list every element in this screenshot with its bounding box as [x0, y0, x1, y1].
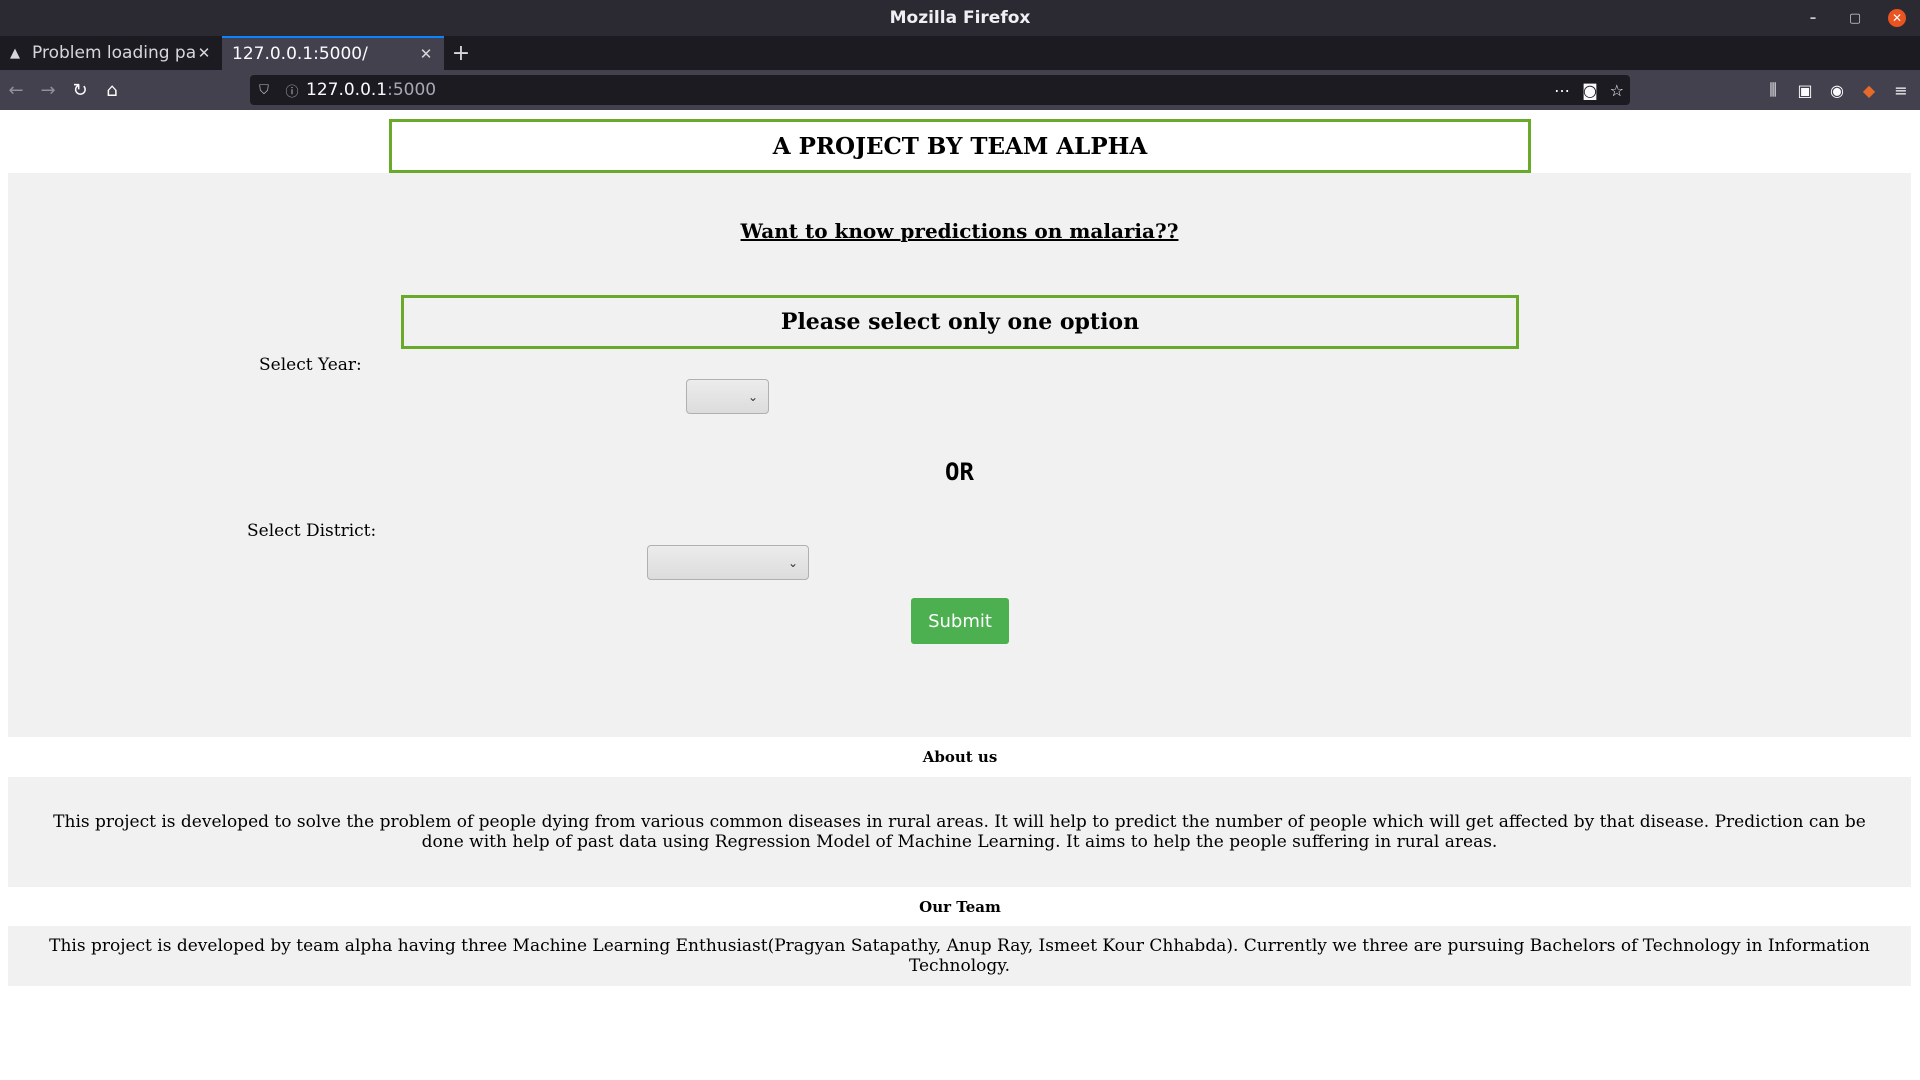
about-text: This project is developed to solve the p… — [53, 812, 1866, 852]
reload-icon[interactable]: ↻ — [64, 74, 96, 106]
team-panel: This project is developed by team alpha … — [8, 926, 1911, 986]
page-content: A PROJECT BY TEAM ALPHA Want to know pre… — [0, 110, 1920, 1080]
minimize-icon[interactable]: – — [1804, 9, 1822, 27]
tab-close-icon[interactable]: ✕ — [418, 45, 434, 63]
window-titlebar: Mozilla Firefox – ▢ ✕ — [0, 0, 1920, 36]
window-title: Mozilla Firefox — [889, 8, 1031, 28]
tab-problem-loading[interactable]: ▲ Problem loading pa ✕ — [0, 36, 222, 70]
option-notice: Please select only one option — [401, 295, 1519, 349]
new-tab-button[interactable]: + — [444, 36, 478, 70]
submit-button[interactable]: Submit — [911, 598, 1009, 644]
library-icon[interactable]: ⫼ — [1762, 80, 1784, 100]
page-actions-icon[interactable]: ⋯ — [1554, 81, 1570, 100]
site-info-icon[interactable]: ⓘ — [278, 81, 306, 100]
tab-close-icon[interactable]: ✕ — [196, 44, 212, 62]
prediction-panel: Want to know predictions on malaria?? Pl… — [8, 173, 1911, 737]
year-select[interactable]: ⌄ — [686, 379, 769, 414]
year-label: Select Year: — [259, 355, 362, 375]
sidebar-icon[interactable]: ▣ — [1794, 81, 1816, 100]
district-label: Select District: — [247, 521, 377, 541]
tab-bar: ▲ Problem loading pa ✕ 127.0.0.1:5000/ ✕… — [0, 36, 1920, 70]
or-separator: OR — [945, 458, 974, 486]
prediction-question: Want to know predictions on malaria?? — [740, 219, 1179, 243]
chevron-down-icon: ⌄ — [747, 389, 758, 404]
warning-icon: ▲ — [10, 45, 20, 61]
account-icon[interactable]: ◉ — [1826, 81, 1848, 100]
district-select[interactable]: ⌄ — [647, 545, 809, 580]
url-host: 127.0.0.1 — [306, 80, 388, 100]
menu-icon[interactable]: ≡ — [1890, 81, 1912, 100]
tracking-shield-icon[interactable]: ⛉ — [250, 83, 278, 98]
home-icon[interactable]: ⌂ — [96, 74, 128, 106]
team-heading: Our Team — [919, 898, 1001, 916]
maximize-icon[interactable]: ▢ — [1846, 9, 1864, 27]
tab-label: 127.0.0.1:5000/ — [232, 44, 368, 64]
project-banner: A PROJECT BY TEAM ALPHA — [389, 119, 1531, 173]
chevron-down-icon: ⌄ — [787, 555, 798, 570]
extension-icon[interactable]: ◆ — [1858, 81, 1880, 100]
url-port: :5000 — [387, 80, 437, 100]
back-icon[interactable]: ← — [0, 74, 32, 106]
url-actions: ⋯ ◙ ☆ — [1554, 75, 1624, 105]
about-panel: This project is developed to solve the p… — [8, 777, 1911, 887]
url-bar[interactable]: ⛉ ⓘ 127.0.0.1:5000 ⋯ ◙ ☆ — [250, 75, 1630, 105]
about-heading: About us — [922, 748, 998, 766]
window-controls: – ▢ ✕ — [1804, 0, 1906, 36]
bookmark-star-icon[interactable]: ☆ — [1610, 81, 1624, 100]
tab-label: Problem loading pa — [32, 43, 196, 63]
navigation-bar: ← → ↻ ⌂ ⛉ ⓘ 127.0.0.1:5000 ⋯ ◙ ☆ ⫼ ▣ ◉ ◆… — [0, 70, 1920, 110]
team-text: This project is developed by team alpha … — [49, 936, 1870, 976]
tab-localhost[interactable]: 127.0.0.1:5000/ ✕ — [222, 36, 444, 70]
toolbar-right: ⫼ ▣ ◉ ◆ ≡ — [1762, 74, 1912, 106]
forward-icon[interactable]: → — [32, 74, 64, 106]
close-window-icon[interactable]: ✕ — [1888, 9, 1906, 27]
pocket-icon[interactable]: ◙ — [1582, 81, 1598, 100]
